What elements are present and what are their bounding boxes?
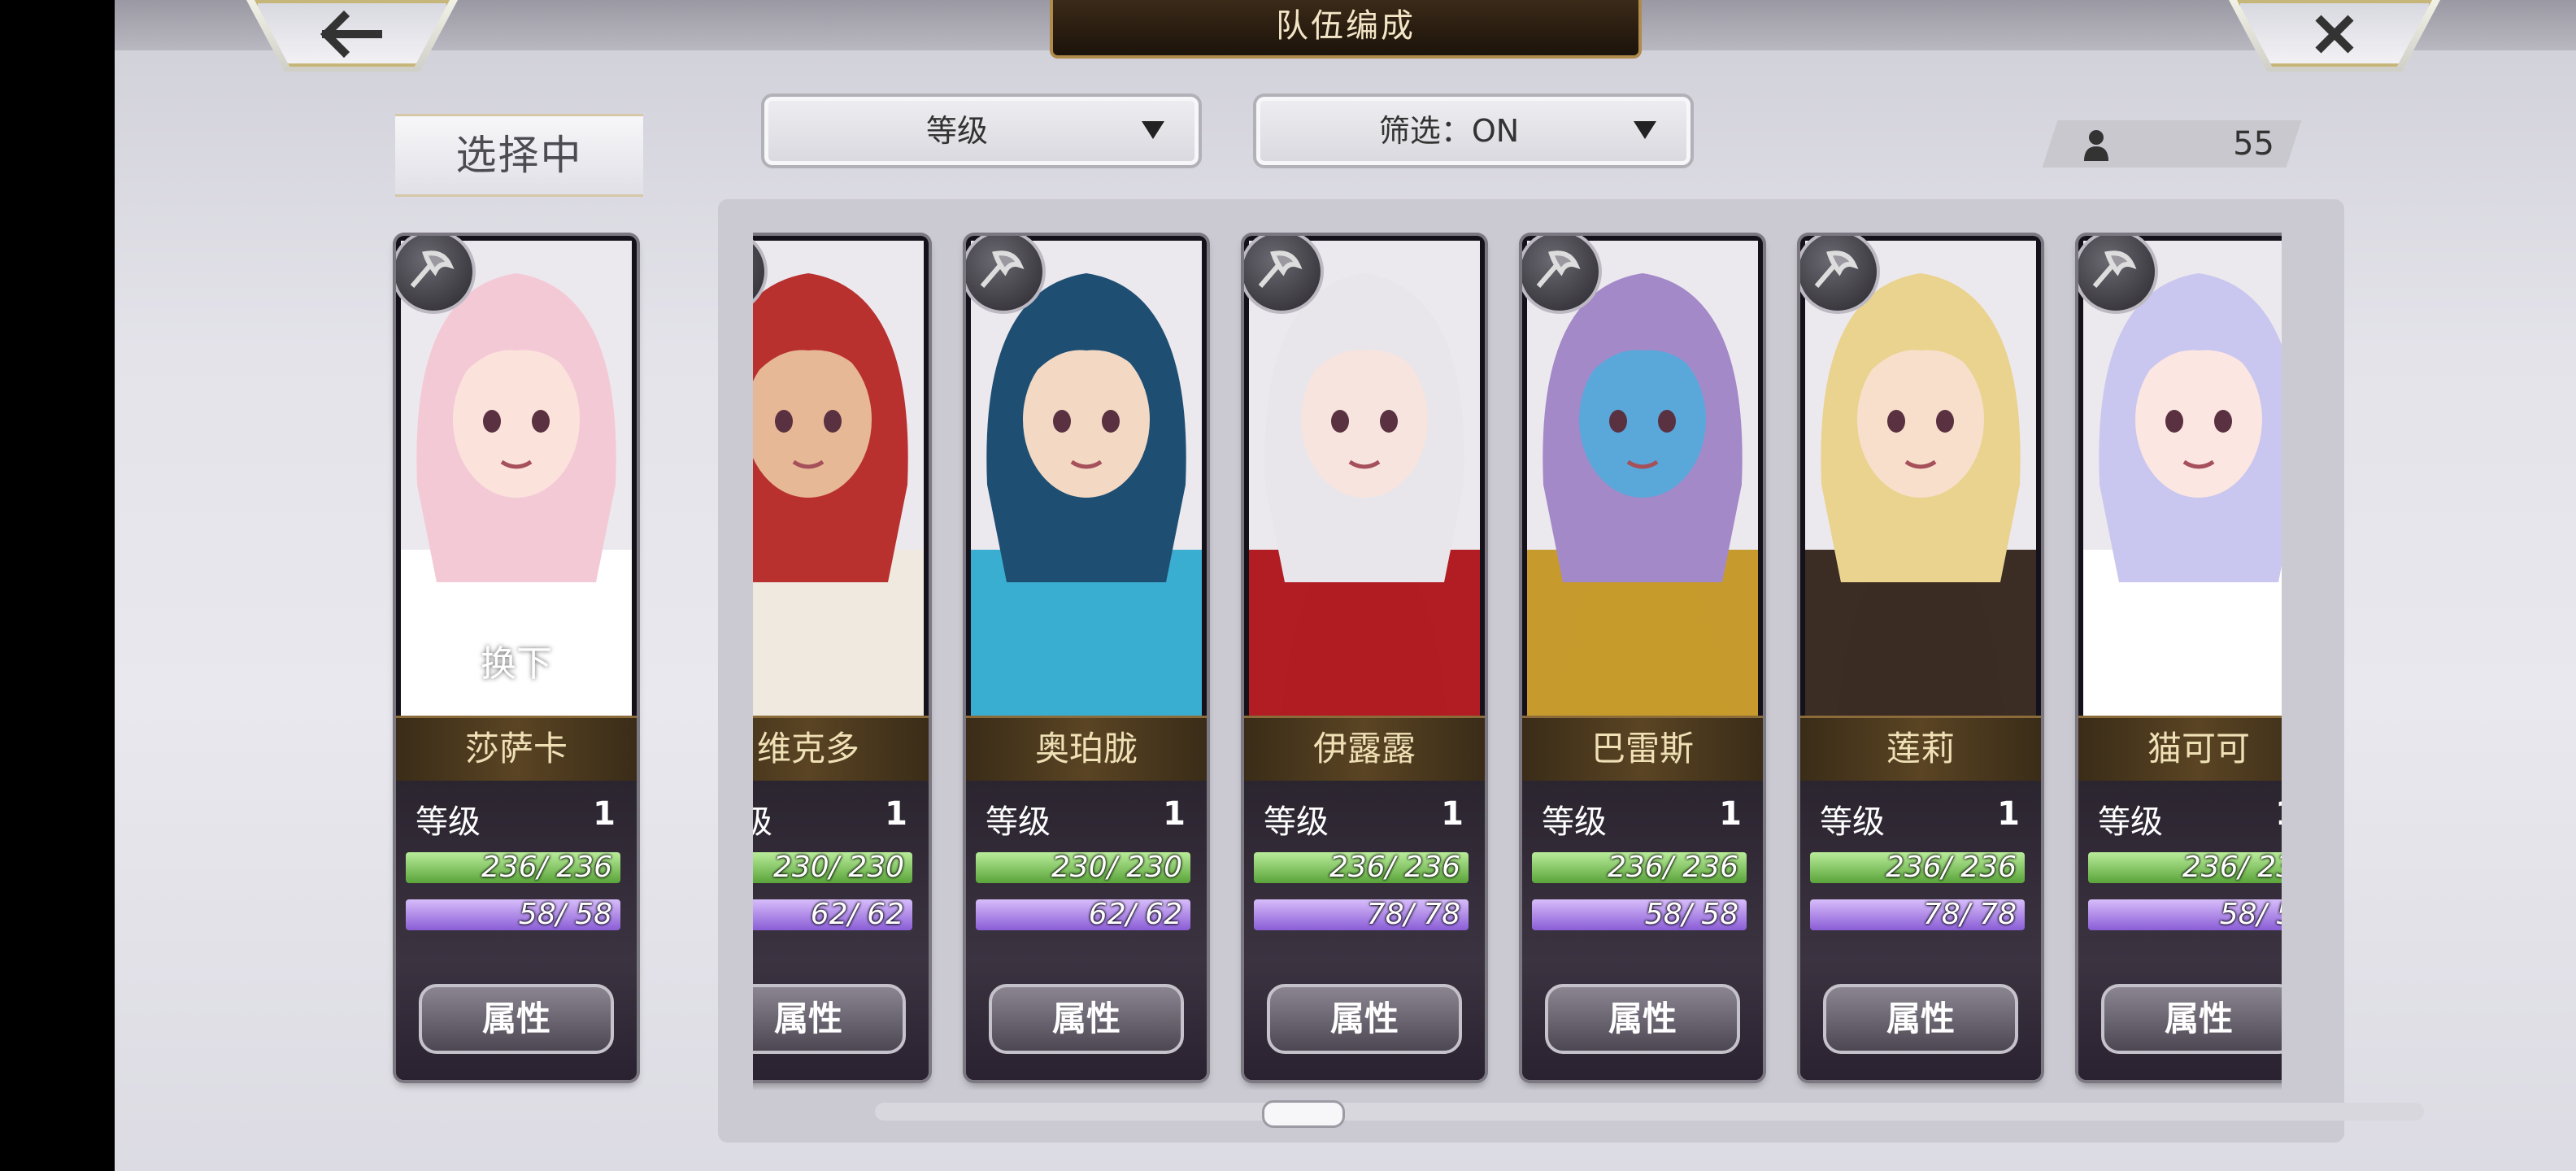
hp-value: 230/ 230: [1051, 852, 1182, 883]
page-title: 队伍编成: [1050, 0, 1642, 59]
character-name: 伊露露: [1244, 716, 1485, 784]
level-label: 等级: [753, 803, 772, 841]
character-name: 维克多: [753, 716, 929, 784]
hp-bar: 236/ 236: [1532, 852, 1747, 883]
mp-value: 62/ 62: [1088, 899, 1182, 930]
character-stats: 等级 1 236/ 236 58/ 58 属性: [396, 781, 637, 1080]
person-icon: [2084, 130, 2108, 161]
hp-value: 236/ 236: [1608, 852, 1738, 883]
character-card[interactable]: 莲莉等级 1 236/ 236 78/ 78 属性: [1800, 236, 2041, 1080]
sort-dropdown[interactable]: 等级: [761, 94, 1202, 168]
hp-bar: 236/ 236: [406, 852, 620, 883]
character-list[interactable]: 维克多等级 1 230/ 230 62/ 62 属性 奥珀胧等级 1 230/ 230 62/ …: [753, 220, 2282, 1090]
attributes-button[interactable]: 属性: [1267, 984, 1462, 1054]
hp-bar: 230/ 230: [753, 852, 912, 883]
close-button[interactable]: [2229, 0, 2440, 72]
chevron-down-icon: [1142, 121, 1164, 139]
level-value: 1: [1441, 795, 1464, 833]
mp-bar: 78/ 78: [1810, 899, 2025, 930]
level-label: 等级: [1820, 803, 1885, 841]
character-name: 莲莉: [1800, 716, 2041, 784]
hp-bar: 230/ 230: [976, 852, 1190, 883]
hp-value: 236/ 23: [2182, 852, 2282, 883]
mp-bar: 58/ 58: [1532, 899, 1747, 930]
level-value: 1: [1719, 795, 1742, 833]
mp-value: 78/ 78: [1366, 899, 1460, 930]
close-x-icon: [2229, 5, 2440, 71]
hp-value: 236/ 236: [1886, 852, 2017, 883]
attributes-button[interactable]: 属性: [419, 984, 614, 1054]
filter-dropdown-value: 筛选：ON: [1378, 113, 1520, 149]
scrollbar-thumb[interactable]: [1262, 1100, 1345, 1128]
character-card[interactable]: 维克多等级 1 230/ 230 62/ 62 属性: [753, 236, 929, 1080]
hp-value: 236/ 236: [1329, 852, 1460, 883]
attributes-button[interactable]: 属性: [989, 984, 1184, 1054]
attributes-button[interactable]: 属性: [1823, 984, 2018, 1054]
mp-bar: 58/ 5: [2088, 899, 2282, 930]
character-stats: 等级 1 236/ 236 78/ 78 属性: [1800, 781, 2041, 1080]
mp-value: 58/ 5: [2219, 899, 2282, 930]
selected-label: 选择中: [395, 114, 643, 197]
mp-bar: 62/ 62: [976, 899, 1190, 930]
level-label: 等级: [986, 803, 1051, 841]
mp-value: 62/ 62: [810, 899, 904, 930]
team-formation-screen: 队伍编成 选择中 等级 筛选：ON 55 莎萨卡 等级 1 236/ 236 58/ 5…: [115, 0, 2576, 1171]
mp-bar: 62/ 62: [753, 899, 912, 930]
character-portrait: [753, 241, 924, 716]
character-stats: 等级 1 236/ 236 78/ 78 属性: [1244, 781, 1485, 1080]
selected-character-card[interactable]: 莎萨卡等级 1 236/ 236 58/ 58 属性 换下: [396, 236, 637, 1080]
character-name: 巴雷斯: [1522, 716, 1763, 784]
attributes-button[interactable]: 属性: [2101, 984, 2282, 1054]
character-card[interactable]: 伊露露等级 1 236/ 236 78/ 78 属性: [1244, 236, 1485, 1080]
sort-dropdown-value: 等级: [925, 113, 988, 149]
arrow-left-icon: [246, 5, 458, 71]
character-stats: 等级 1 230/ 230 62/ 62 属性: [753, 781, 929, 1080]
character-name: 莎萨卡: [396, 716, 637, 784]
character-card[interactable]: 猫可可等级 1 236/ 23 58/ 5 属性: [2078, 236, 2282, 1080]
hp-bar: 236/ 23: [2088, 852, 2282, 883]
hp-value: 236/ 236: [481, 852, 612, 883]
level-value: 1: [2275, 795, 2282, 833]
level-value: 1: [885, 795, 907, 833]
hp-value: 230/ 230: [773, 852, 904, 883]
filter-dropdown[interactable]: 筛选：ON: [1253, 94, 1694, 168]
mp-bar: 58/ 58: [406, 899, 620, 930]
attributes-button[interactable]: 属性: [1545, 984, 1740, 1054]
mp-bar: 78/ 78: [1254, 899, 1469, 930]
character-stats: 等级 1 236/ 236 58/ 58 属性: [1522, 781, 1763, 1080]
character-card[interactable]: 奥珀胧等级 1 230/ 230 62/ 62 属性: [966, 236, 1207, 1080]
character-card[interactable]: 巴雷斯等级 1 236/ 236 58/ 58 属性: [1522, 236, 1763, 1080]
level-label: 等级: [1264, 803, 1329, 841]
back-button[interactable]: [246, 0, 458, 72]
character-name: 猫可可: [2078, 716, 2282, 784]
chevron-down-icon: [1634, 121, 1656, 139]
hp-bar: 236/ 236: [1810, 852, 2025, 883]
horizontal-scrollbar[interactable]: [875, 1100, 2424, 1128]
attributes-button[interactable]: 属性: [753, 984, 906, 1054]
level-value: 1: [1997, 795, 2020, 833]
level-value: 1: [593, 795, 616, 833]
swap-out-label[interactable]: 换下: [396, 634, 637, 686]
roster-count: 55: [2233, 125, 2274, 163]
roster-count-badge: 55: [2042, 120, 2302, 168]
mp-value: 58/ 58: [1644, 899, 1738, 930]
level-label: 等级: [1542, 803, 1607, 841]
level-label: 等级: [2098, 803, 2163, 841]
level-value: 1: [1163, 795, 1186, 833]
character-stats: 等级 1 230/ 230 62/ 62 属性: [966, 781, 1207, 1080]
mp-value: 78/ 78: [1922, 899, 2017, 930]
mp-value: 58/ 58: [518, 899, 612, 930]
hp-bar: 236/ 236: [1254, 852, 1469, 883]
level-label: 等级: [416, 803, 481, 841]
character-stats: 等级 1 236/ 23 58/ 5 属性: [2078, 781, 2282, 1080]
character-name: 奥珀胧: [966, 716, 1207, 784]
